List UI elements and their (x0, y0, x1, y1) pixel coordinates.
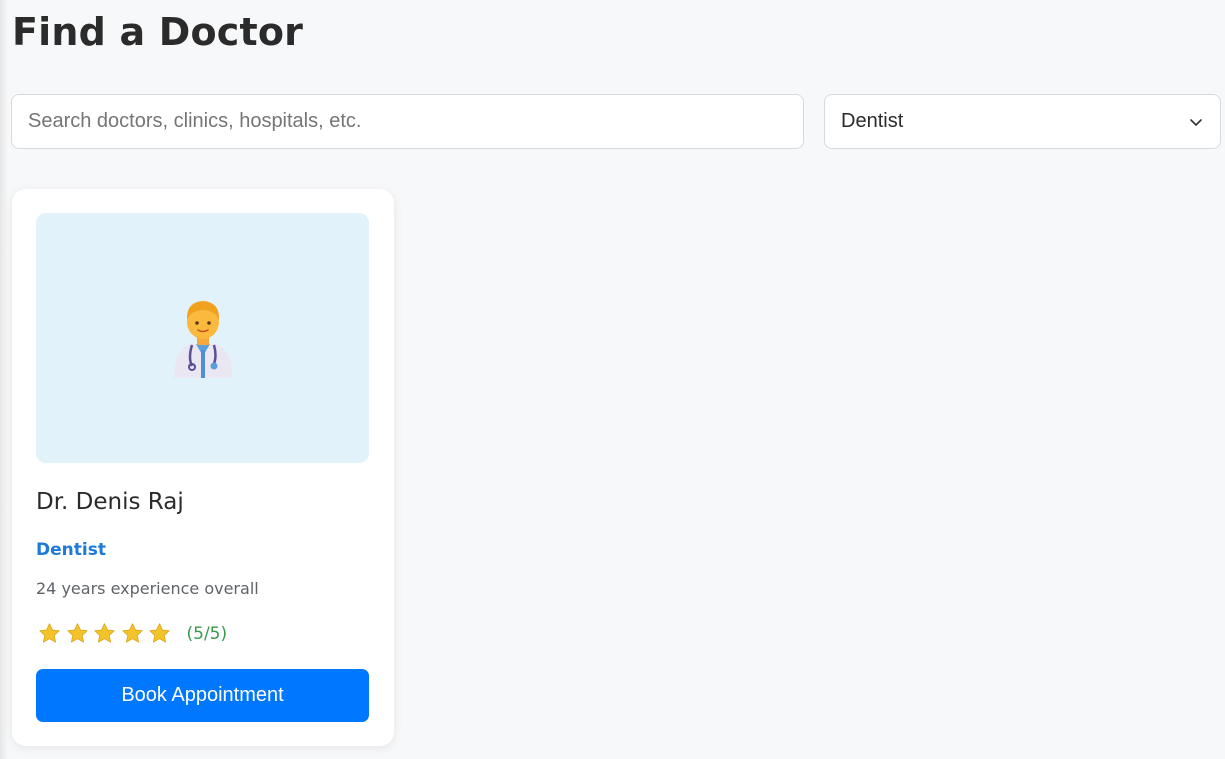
specialty-select-value: Dentist (841, 110, 904, 132)
doctor-specialty: Dentist (36, 540, 106, 560)
star-icon (149, 623, 170, 643)
doctor-card: Dr. Denis Raj Dentist 24 years experienc… (12, 189, 394, 746)
star-icon (39, 623, 60, 643)
doctor-name: Dr. Denis Raj (36, 489, 184, 515)
star-icon (121, 623, 143, 643)
specialty-select[interactable]: Dentist (824, 94, 1221, 149)
rating: (5/5) (38, 622, 227, 645)
star-icon (94, 623, 115, 643)
page-title: Find a Doctor (12, 10, 304, 54)
doctor-experience: 24 years experience overall (36, 579, 259, 598)
rating-stars (38, 622, 176, 645)
chevron-down-icon (1190, 118, 1202, 126)
window-edge (0, 0, 8, 759)
book-appointment-button[interactable]: Book Appointment (36, 669, 369, 722)
doctor-photo (36, 213, 369, 463)
rating-text: (5/5) (186, 623, 228, 644)
doctor-icon (173, 301, 232, 378)
search-input[interactable] (11, 94, 804, 149)
star-icon (66, 623, 88, 643)
